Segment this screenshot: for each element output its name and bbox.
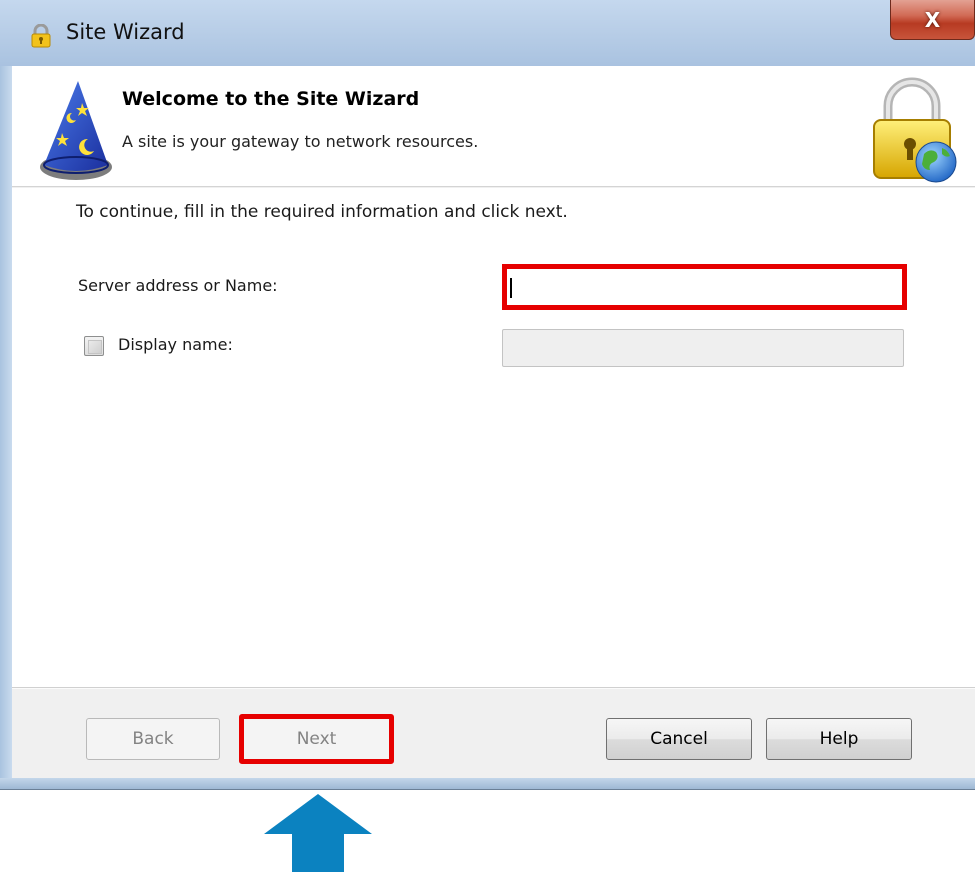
cancel-button[interactable]: Cancel <box>606 718 752 760</box>
instruction-text: To continue, fill in the required inform… <box>76 202 568 222</box>
help-button[interactable]: Help <box>766 718 912 760</box>
server-address-label: Server address or Name: <box>78 276 278 295</box>
display-name-checkbox[interactable] <box>84 336 104 356</box>
title-bar[interactable]: Site Wizard X <box>0 0 975 66</box>
display-name-label[interactable]: Display name: <box>118 335 233 354</box>
server-address-input[interactable] <box>502 264 907 310</box>
close-icon: X <box>924 7 941 32</box>
close-button[interactable]: X <box>890 0 975 40</box>
lock-globe-icon <box>873 77 957 183</box>
back-button[interactable]: Back <box>86 718 220 760</box>
arrow-up-icon <box>264 794 372 872</box>
window-title: Site Wizard <box>66 20 185 44</box>
padlock-icon <box>31 24 51 48</box>
wizard-hat-icon <box>40 81 112 180</box>
wizard-body: To continue, fill in the required inform… <box>12 188 975 688</box>
text-caret <box>510 278 512 298</box>
wizard-client-area: Welcome to the Site Wizard A site is you… <box>12 66 975 778</box>
display-name-input[interactable] <box>502 329 904 367</box>
next-button[interactable]: Next <box>239 714 394 764</box>
wizard-header: Welcome to the Site Wizard A site is you… <box>12 66 975 187</box>
header-subtitle: A site is your gateway to network resour… <box>122 132 479 151</box>
window-left-edge <box>0 0 12 790</box>
site-wizard-window: Site Wizard X Welcome to the Site Wizard… <box>0 0 975 790</box>
header-title: Welcome to the Site Wizard <box>122 88 420 110</box>
footer-divider <box>12 687 975 689</box>
window-bottom-edge <box>0 778 975 790</box>
